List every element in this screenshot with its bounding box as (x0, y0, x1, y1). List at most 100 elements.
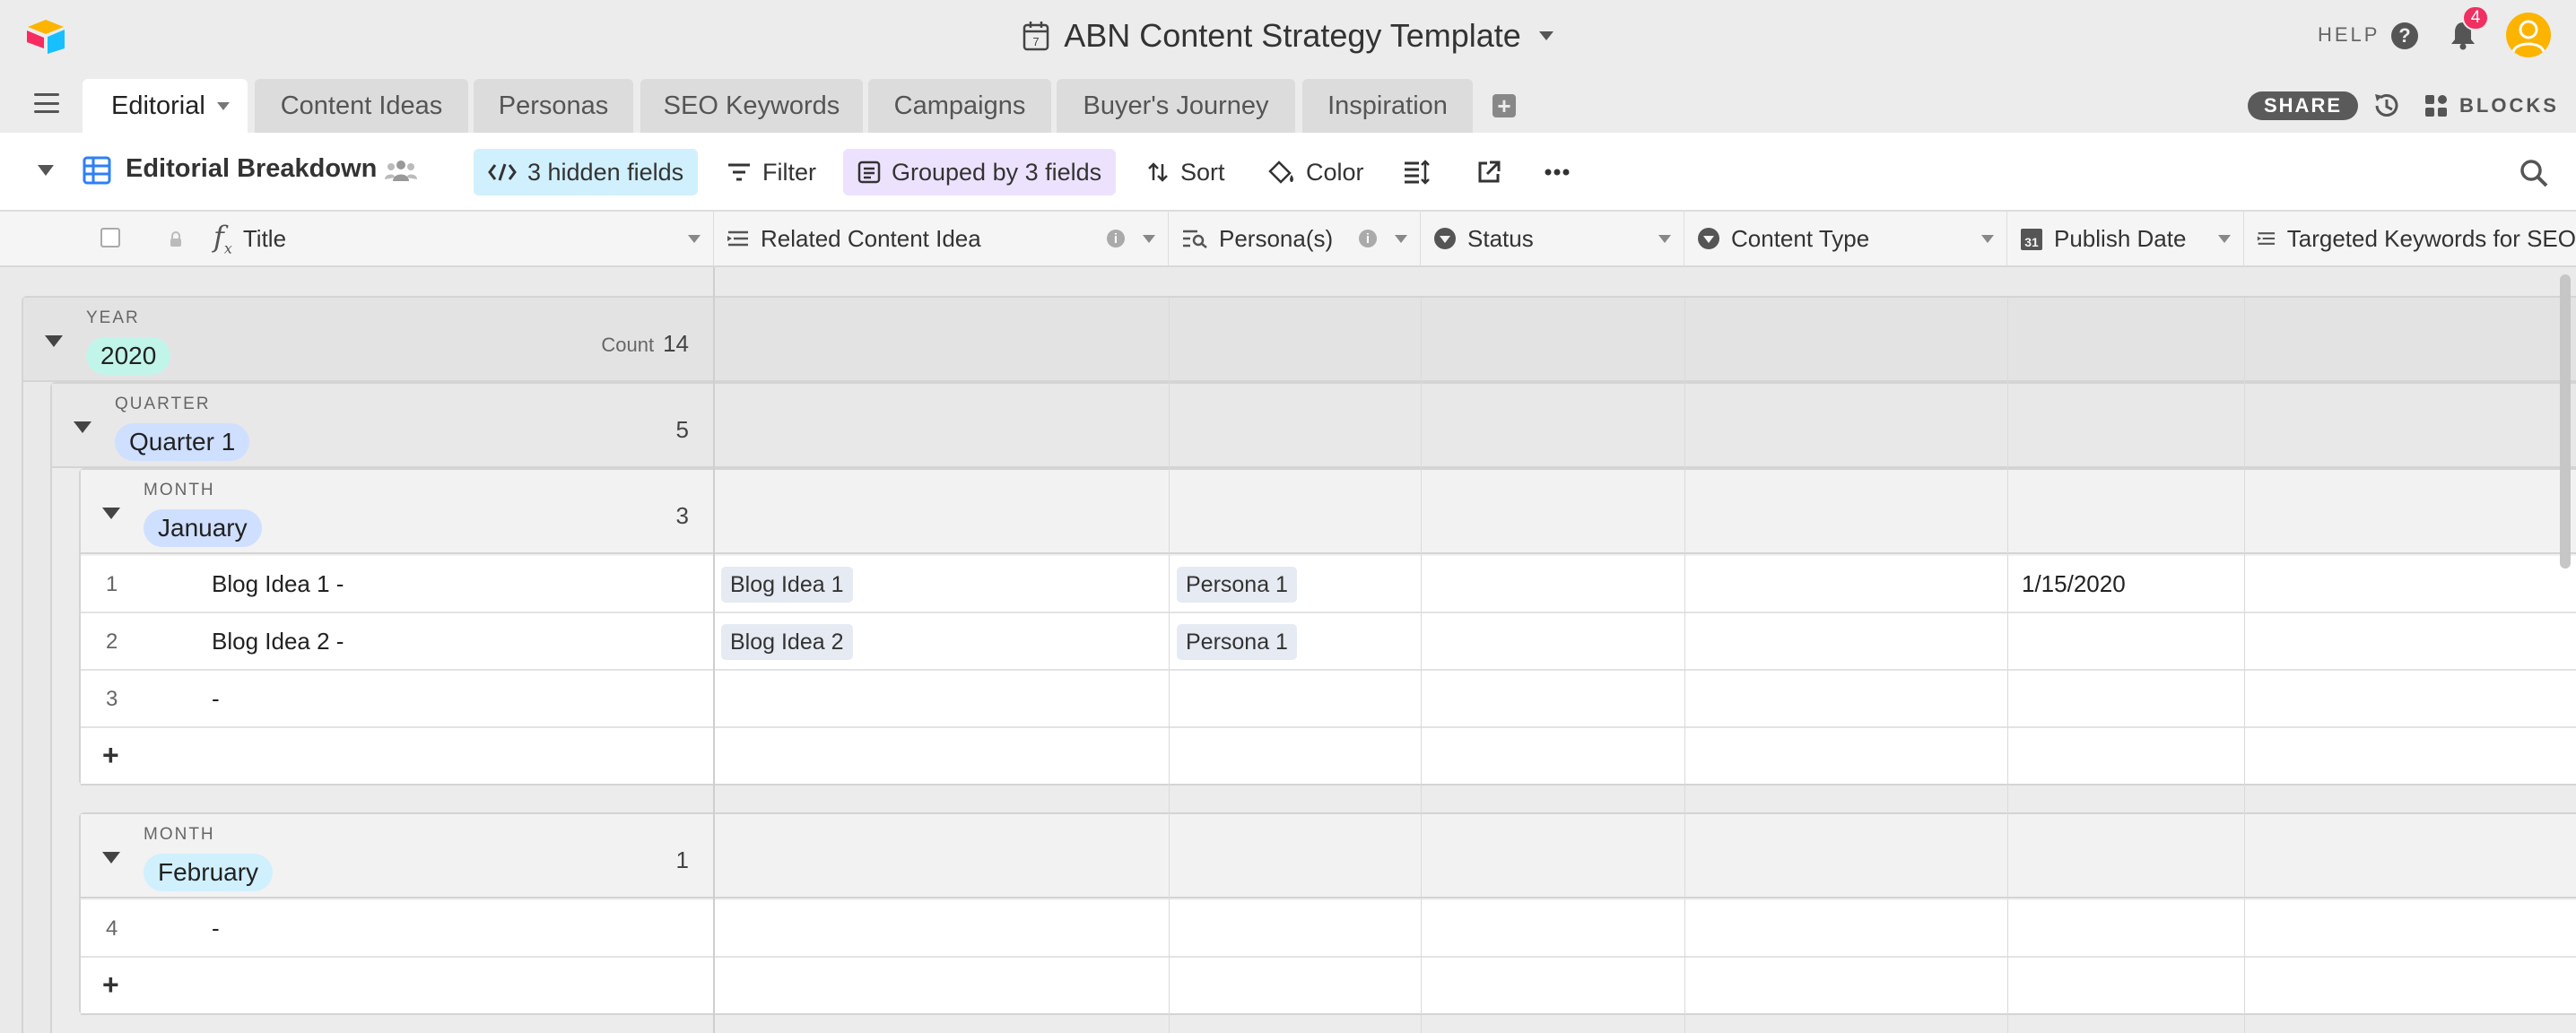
hidden-fields-button[interactable]: 3 hidden fields (474, 149, 699, 195)
group-header-quarter[interactable]: QUARTER Quarter 1 5 (52, 384, 2576, 468)
tab-label: Campaigns (893, 91, 1026, 120)
column-header-status[interactable]: Status (1421, 212, 1684, 265)
info-icon[interactable]: i (1107, 230, 1125, 247)
cell-related-content-idea[interactable]: Blog Idea 1 (721, 567, 853, 603)
user-avatar[interactable] (2506, 13, 2551, 57)
cell-persona[interactable]: Persona 1 (1177, 624, 1297, 660)
chevron-down-icon[interactable] (1538, 31, 1553, 40)
group-button[interactable]: Grouped by 3 fields (843, 149, 1117, 195)
tab-label: SEO Keywords (663, 91, 840, 120)
row-number: 4 (106, 916, 118, 941)
table-row[interactable]: 2 Blog Idea 2 - Blog Idea 2 Persona 1 (81, 613, 2576, 671)
group-field-label: YEAR (86, 308, 140, 327)
tab-inspiration[interactable]: Inspiration (1302, 79, 1473, 133)
sort-button[interactable]: Sort (1132, 149, 1240, 195)
tab-label: Editorial (111, 91, 205, 120)
base-title[interactable]: 7 ABN Content Strategy Template (0, 13, 2576, 59)
add-record-icon[interactable]: + (102, 968, 119, 1002)
group-header-month-january[interactable]: MONTH January 3 (81, 470, 2576, 554)
collapse-caret-icon[interactable] (45, 335, 63, 347)
chevron-down-icon[interactable] (688, 235, 701, 243)
group-count: 5 (675, 416, 689, 443)
add-table-icon[interactable]: + (1493, 94, 1516, 117)
column-header-label: Publish Date (2054, 224, 2187, 252)
view-switcher-caret-icon[interactable] (38, 165, 54, 176)
link-icon (727, 230, 748, 247)
tab-seo-keywords[interactable]: SEO Keywords (640, 79, 863, 133)
collapse-caret-icon[interactable] (74, 421, 91, 433)
grid-view-icon[interactable] (83, 156, 111, 185)
paint-bucket-icon (1268, 161, 1293, 184)
info-icon[interactable]: i (1359, 230, 1377, 247)
column-header-targeted-keywords[interactable]: Targeted Keywords for SEO (2244, 212, 2576, 265)
table-row[interactable]: 3 - (81, 671, 2576, 728)
blocks-button[interactable]: BLOCKS (2424, 91, 2559, 120)
view-name[interactable]: Editorial Breakdown (126, 154, 377, 184)
add-record-row[interactable]: + (81, 728, 2576, 786)
svg-text:7: 7 (1033, 35, 1040, 48)
table-row[interactable]: 1 Blog Idea 1 - Blog Idea 1 Persona 1 1/… (81, 556, 2576, 613)
tab-personas[interactable]: Personas (474, 79, 633, 133)
color-label: Color (1306, 158, 1364, 186)
group-count: 1 (675, 846, 689, 873)
group-count-label: Count (601, 334, 655, 356)
chevron-down-icon[interactable] (1143, 235, 1155, 243)
more-options-icon[interactable] (1545, 169, 1570, 176)
group-count-value: 14 (663, 330, 689, 357)
notification-badge: 4 (2462, 5, 2489, 30)
chevron-down-icon[interactable] (1981, 235, 1994, 243)
link-icon (2257, 232, 2276, 245)
help-label[interactable]: HELP (2318, 23, 2380, 47)
column-header-publish-date[interactable]: 31 Publish Date (2007, 212, 2244, 265)
chevron-down-icon[interactable] (1395, 235, 1407, 243)
cell-title[interactable]: - (212, 685, 220, 713)
column-header-label: Related Content Idea (761, 224, 981, 252)
tab-content-ideas[interactable]: Content Ideas (255, 79, 468, 133)
column-header-personas[interactable]: Persona(s) i (1169, 212, 1421, 265)
vertical-scrollbar[interactable] (2560, 274, 2571, 569)
cell-related-content-idea[interactable]: Blog Idea 2 (721, 624, 853, 660)
chevron-down-icon[interactable] (217, 102, 230, 110)
collapse-caret-icon[interactable] (102, 852, 120, 864)
search-icon[interactable] (2519, 158, 2549, 188)
tab-editorial[interactable]: Editorial (83, 79, 248, 133)
chevron-down-icon[interactable] (2218, 235, 2231, 243)
help-icon[interactable]: ? (2391, 22, 2418, 49)
cell-title[interactable]: - (212, 915, 220, 942)
cell-title[interactable]: Blog Idea 1 - (212, 570, 344, 598)
filter-button[interactable]: Filter (712, 149, 831, 195)
column-header-label: Persona(s) (1219, 224, 1334, 252)
tab-label: Content Ideas (280, 91, 443, 120)
column-header-content-type[interactable]: Content Type (1684, 212, 2007, 265)
top-bar: 7 ABN Content Strategy Template HELP ? 4… (0, 0, 2576, 133)
tab-label: Personas (498, 91, 609, 120)
column-divider (2244, 298, 2245, 1033)
tab-label: Inspiration (1327, 91, 1448, 120)
column-header-title[interactable]: fx Title (203, 212, 714, 265)
group-count: 3 (675, 502, 689, 529)
cell-persona[interactable]: Persona 1 (1177, 567, 1297, 603)
share-button[interactable]: SHARE (2248, 91, 2359, 120)
group-header-month-february[interactable]: MONTH February 1 (81, 814, 2576, 898)
row-number: 1 (106, 572, 118, 596)
cell-title[interactable]: Blog Idea 2 - (212, 628, 344, 655)
row-height-icon[interactable] (1403, 160, 1430, 185)
color-button[interactable]: Color (1254, 149, 1379, 195)
column-header-related-content-idea[interactable]: Related Content Idea i (714, 212, 1169, 265)
add-record-icon[interactable]: + (102, 739, 119, 772)
group-header-year[interactable]: YEAR 2020 Count 14 (23, 298, 2576, 382)
share-view-icon[interactable] (1476, 160, 1501, 185)
chevron-down-icon[interactable] (1658, 235, 1671, 243)
history-icon[interactable] (2371, 91, 2402, 121)
row-number: 3 (106, 687, 118, 711)
table-row[interactable]: 4 - (81, 900, 2576, 958)
column-header-label: Title (242, 224, 287, 252)
menu-icon[interactable] (34, 93, 59, 113)
collapse-caret-icon[interactable] (102, 508, 120, 519)
select-all-checkbox[interactable] (100, 228, 120, 247)
collaborators-icon[interactable] (384, 158, 418, 183)
cell-publish-date[interactable]: 1/15/2020 (2022, 570, 2126, 598)
add-record-row[interactable]: + (81, 958, 2576, 1015)
tab-buyers-journey[interactable]: Buyer's Journey (1057, 79, 1295, 133)
tab-campaigns[interactable]: Campaigns (868, 79, 1051, 133)
